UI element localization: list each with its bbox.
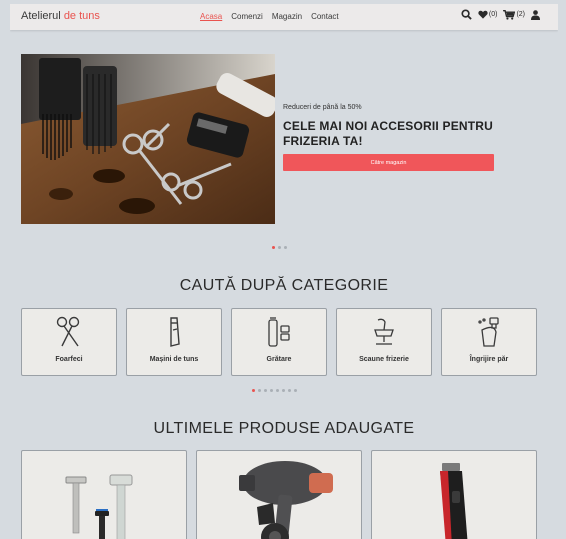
carousel-dot[interactable] bbox=[282, 389, 285, 392]
category-card-foarfeci[interactable]: Foarfeci bbox=[21, 308, 117, 376]
cart-count: (2) bbox=[516, 11, 525, 18]
hair-dryer-image bbox=[239, 461, 333, 539]
carousel-dot[interactable] bbox=[278, 246, 281, 249]
cart-button[interactable]: (2) bbox=[503, 9, 525, 20]
carousel-dot[interactable] bbox=[258, 389, 261, 392]
navbar: Atelierul de tuns Acasa Comenzi Magazin … bbox=[10, 4, 558, 30]
spray-bottle-icon bbox=[478, 317, 499, 347]
category-card-scaune-frizerie[interactable]: Scaune frizerie bbox=[336, 308, 432, 376]
hero-content: Reduceri de până la 50% CELE MAI NOI ACC… bbox=[283, 104, 503, 171]
products-title: ULTIMELE PRODUSE ADAUGATE bbox=[153, 420, 415, 437]
shop-now-button[interactable]: Către magazin bbox=[283, 154, 494, 171]
heart-icon bbox=[478, 10, 488, 19]
category-card-ingrijire-par[interactable]: Îngrijire păr bbox=[441, 308, 537, 376]
clipper-icon bbox=[170, 317, 180, 347]
nav-link-magazin[interactable]: Magazin bbox=[272, 12, 302, 21]
user-icon bbox=[531, 9, 540, 20]
nav-link-acasa[interactable]: Acasa bbox=[200, 12, 222, 21]
hero-image bbox=[21, 54, 275, 224]
razors-image bbox=[65, 474, 133, 539]
nav-link-contact[interactable]: Contact bbox=[311, 12, 339, 21]
carousel-dot[interactable] bbox=[252, 389, 255, 392]
carousel-dot[interactable] bbox=[264, 389, 267, 392]
barber-chair-icon bbox=[374, 318, 394, 345]
scissors-icon bbox=[56, 316, 80, 347]
category-card-gratare[interactable]: Grătare bbox=[231, 308, 327, 376]
category-carousel-dots bbox=[252, 389, 297, 392]
search-button[interactable] bbox=[461, 9, 472, 20]
hero-carousel-dots bbox=[272, 246, 287, 249]
category-label: Scaune frizerie bbox=[359, 356, 409, 363]
category-label: Mașini de tuns bbox=[149, 356, 199, 363]
product-card[interactable] bbox=[21, 450, 187, 539]
trimmer-icon bbox=[268, 317, 290, 347]
product-list bbox=[21, 450, 537, 539]
account-button[interactable] bbox=[531, 9, 540, 20]
product-card[interactable] bbox=[371, 450, 537, 539]
carousel-dot[interactable] bbox=[270, 389, 273, 392]
search-icon bbox=[461, 9, 472, 20]
page: Atelierul de tuns Acasa Comenzi Magazin … bbox=[10, 4, 558, 539]
carousel-dot[interactable] bbox=[276, 389, 279, 392]
category-label: Grătare bbox=[266, 356, 292, 363]
category-card-masini-de-tuns[interactable]: Mașini de tuns bbox=[126, 308, 222, 376]
brand-accent: de tuns bbox=[63, 10, 100, 22]
product-card[interactable] bbox=[196, 450, 362, 539]
category-label: Îngrijire păr bbox=[469, 356, 509, 363]
wishlist-button[interactable]: (0) bbox=[478, 10, 498, 19]
hero-subtitle: Reduceri de până la 50% bbox=[283, 104, 362, 111]
hair-clipper-image bbox=[440, 463, 468, 539]
wishlist-count: (0) bbox=[488, 11, 498, 18]
category-list: Foarfeci Mașini de tuns Grătare Scaune f… bbox=[21, 308, 537, 376]
categories-title: CAUTĂ DUPĂ CATEGORIE bbox=[179, 277, 389, 294]
carousel-dot[interactable] bbox=[272, 246, 275, 249]
nav-link-comenzi[interactable]: Comenzi bbox=[231, 12, 263, 21]
brand-logo[interactable]: Atelierul de tuns bbox=[21, 10, 100, 22]
category-label: Foarfeci bbox=[55, 356, 83, 363]
nav-icons: (0) (2) bbox=[461, 9, 540, 20]
brand-name: Atelierul bbox=[21, 10, 61, 22]
nav-links: Acasa Comenzi Magazin Contact bbox=[200, 12, 339, 21]
hero-title: CELE MAI NOI ACCESORII PENTRU FRIZERIA T… bbox=[283, 119, 494, 148]
carousel-dot[interactable] bbox=[288, 389, 291, 392]
carousel-dot[interactable] bbox=[284, 246, 287, 249]
carousel-dot[interactable] bbox=[294, 389, 297, 392]
cart-icon bbox=[503, 9, 516, 20]
